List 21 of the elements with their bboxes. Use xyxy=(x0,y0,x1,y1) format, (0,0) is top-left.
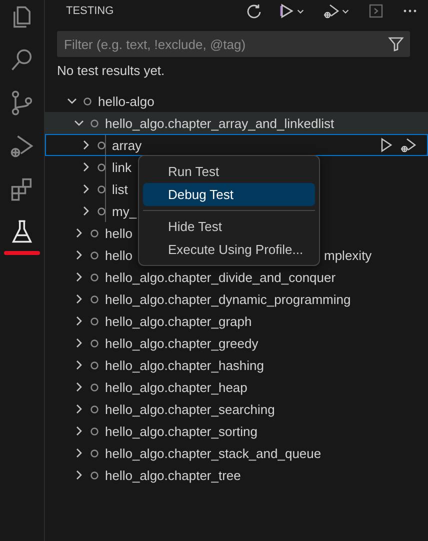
test-name: hello xyxy=(105,226,132,240)
status-message: No test results yet. xyxy=(57,63,166,78)
test-name: my_ xyxy=(112,204,137,218)
test-name: hello_algo.chapter_array_and_linkedlist xyxy=(105,116,334,130)
test-name: array xyxy=(112,138,142,152)
test-name: hello_algo.chapter_greedy xyxy=(105,336,258,350)
test-name: hello_algo.chapter_searching xyxy=(105,402,275,416)
test-name: mplexity xyxy=(324,248,372,262)
test-name: hello_algo.chapter_graph xyxy=(105,314,252,328)
test-name: hello_algo.chapter_tree xyxy=(105,468,241,482)
test-name: hello_algo.chapter_dynamic_programming xyxy=(105,292,351,306)
panel-title: TESTING xyxy=(66,5,115,17)
test-name: hello_algo.chapter_heap xyxy=(105,380,248,394)
test-name: hello_algo.chapter_stack_and_queue xyxy=(105,446,322,460)
test-name: hello-algo xyxy=(98,94,154,108)
test-name: link xyxy=(112,160,132,174)
test-name: hello_algo.chapter_sorting xyxy=(105,424,258,438)
test-name: hello_algo.chapter_divide_and_conquer xyxy=(105,270,336,284)
test-name: hello_algo.chapter_hashing xyxy=(105,358,264,372)
test-name: hello xyxy=(105,248,132,262)
test-name: list xyxy=(112,182,128,196)
